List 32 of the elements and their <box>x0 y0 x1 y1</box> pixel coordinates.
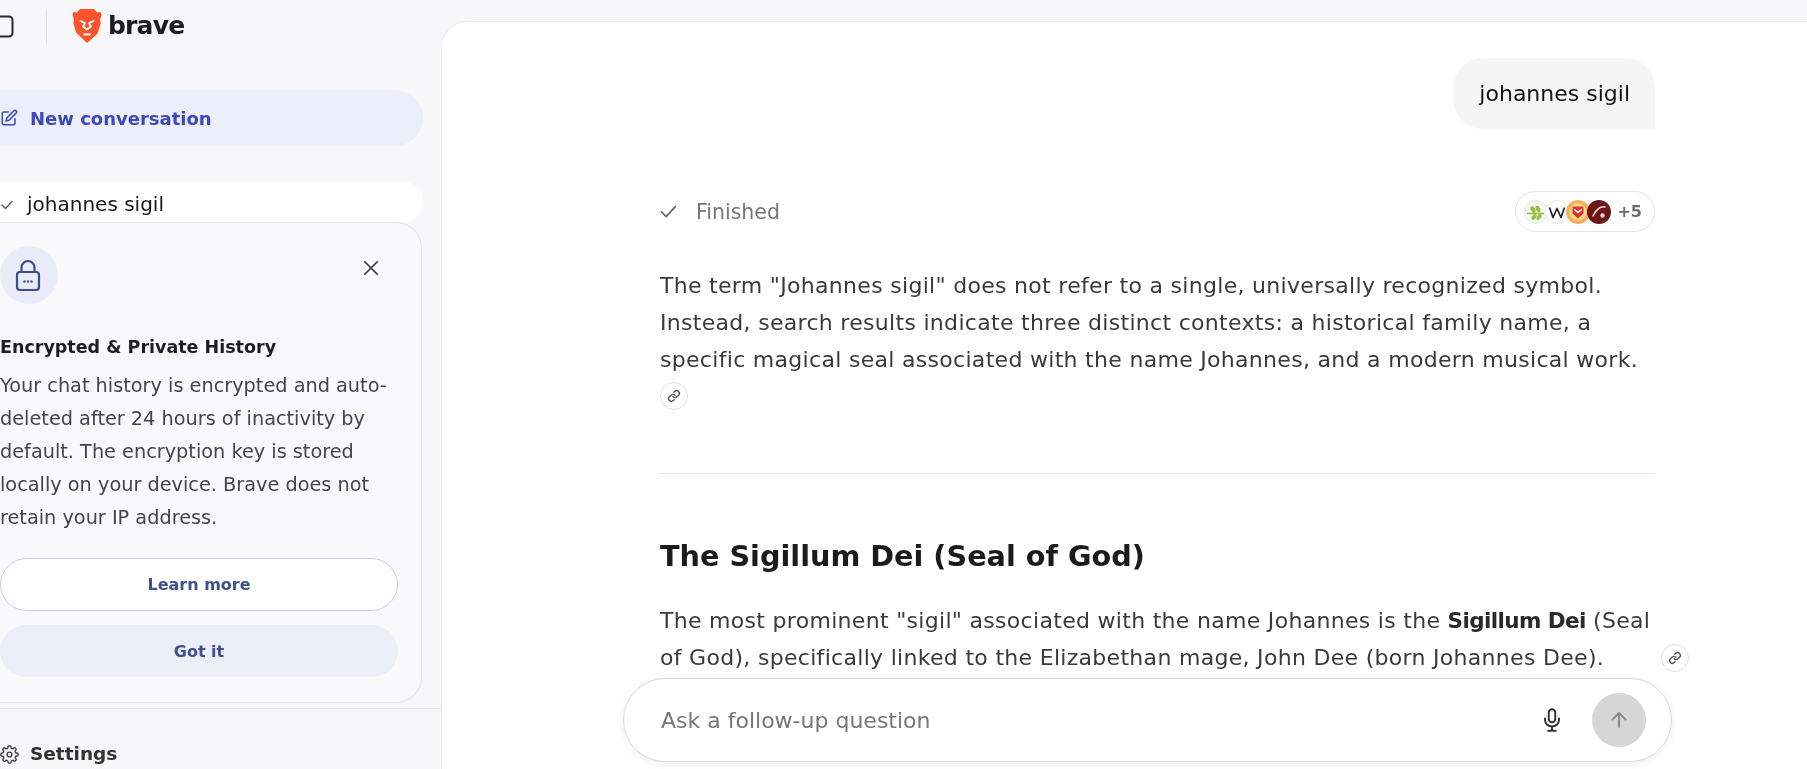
learn-more-button[interactable]: Learn more <box>0 558 398 611</box>
link-icon[interactable] <box>660 382 688 410</box>
edit-icon <box>0 109 18 127</box>
sources-button[interactable]: +5 <box>1515 191 1655 232</box>
zigzag-icon <box>1545 199 1570 224</box>
paragraph-text: The most prominent "sigil" associated with the name Johannes is the Sigillum Dei (Seal of God), specifically linked to the Elizabethan mage, John Dee (born Johannes Dee). <box>660 607 1652 672</box>
conversation-item[interactable]: johannes sigil <box>0 182 423 222</box>
user-message: johannes sigil <box>1453 58 1655 129</box>
notice-text: Your chat history is encrypted and auto-deleted after 24 hours of inactivity by default. The encryption key is stored locally on your device. Brave does not retain your IP address. <box>0 373 388 531</box>
check-icon <box>660 205 677 218</box>
paragraph-text: The term "Johannes sigil" does not refer to a single, universally recognized symbol. Instead, search results indicate three distinct contexts: a historical family name, a specific magical seal associated with the name Johannes, and a modern musical work. <box>660 272 1640 374</box>
link-icon[interactable] <box>1661 644 1689 672</box>
lock-icon <box>0 246 58 304</box>
notice-title: Encrypted & Private History <box>0 336 278 359</box>
settings-button[interactable]: Settings <box>0 742 118 766</box>
arrow-up-icon <box>1609 710 1629 730</box>
message-field[interactable]: Ask a follow-up question <box>623 678 1672 762</box>
round-emblem-icon <box>1587 199 1612 224</box>
close-icon[interactable] <box>363 260 379 276</box>
brand-wordmark: brave <box>108 11 185 41</box>
lion-shield-icon[interactable] <box>72 8 102 44</box>
check-icon <box>1 200 13 210</box>
section-heading: The Sigillum Dei (Seal of God) <box>660 538 1146 575</box>
message-input[interactable]: Ask a follow-up question <box>661 705 1539 735</box>
shield-badge-icon <box>1566 199 1591 224</box>
new-conversation-button[interactable]: New conversation <box>0 90 423 146</box>
send-button[interactable] <box>1592 693 1646 747</box>
leaf-sprig-icon <box>1524 199 1549 224</box>
status-label: Finished <box>696 199 780 224</box>
settings-icon <box>0 744 19 764</box>
sidebar-icon[interactable] <box>0 14 14 38</box>
dismiss-button[interactable]: Got it <box>0 625 398 677</box>
